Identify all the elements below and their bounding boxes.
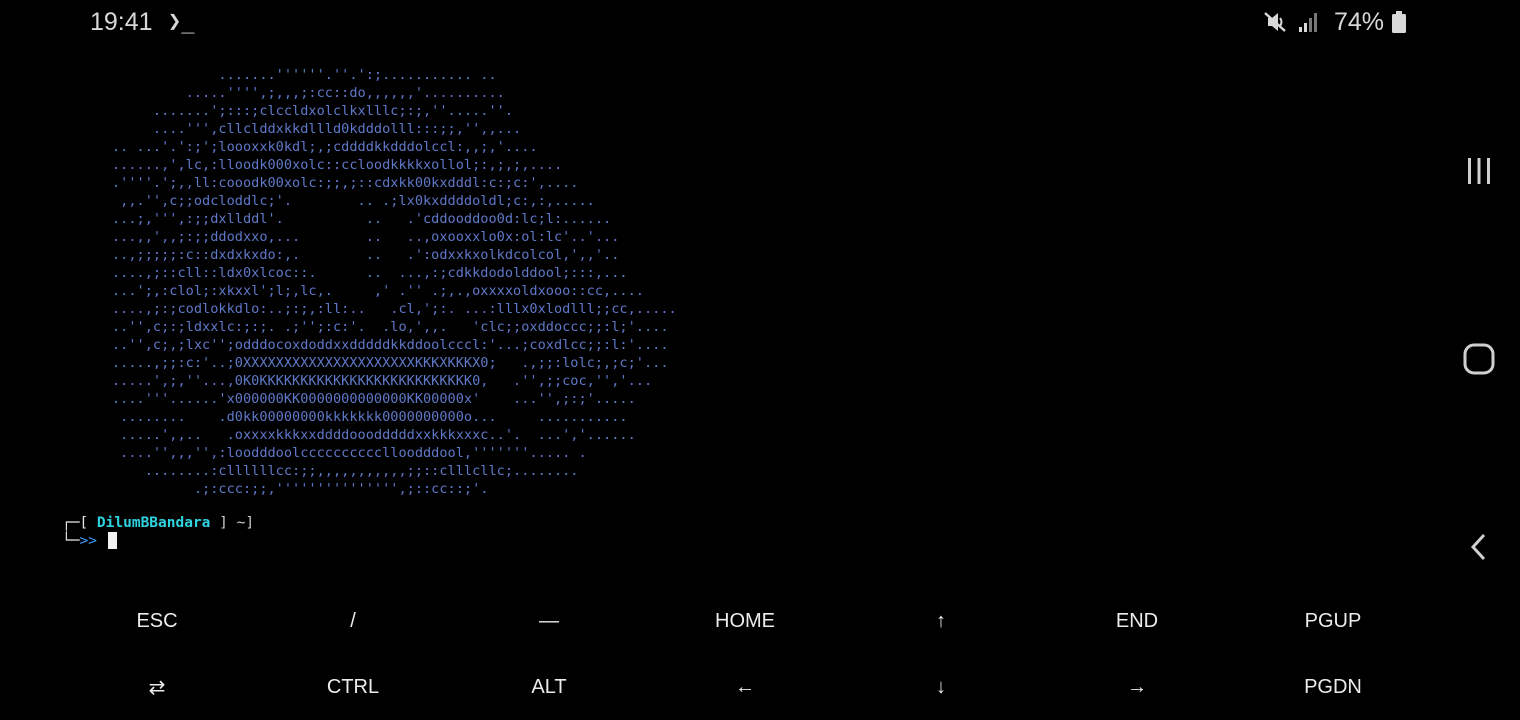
prompt-bracket-close: ] ~]	[210, 515, 255, 531]
home-icon	[1463, 343, 1495, 375]
status-time: 19:41	[90, 8, 153, 36]
status-bar: 19:41 ❯_ 74%	[0, 0, 1520, 44]
key-alt[interactable]: ALT	[451, 654, 647, 720]
key-slash[interactable]: /	[255, 588, 451, 654]
status-icons: 74%	[1262, 7, 1407, 36]
key-esc[interactable]: ESC	[59, 588, 255, 654]
key-pgdn[interactable]: PGDN	[1235, 654, 1431, 720]
home-button[interactable]	[1460, 340, 1498, 378]
back-button[interactable]	[1460, 528, 1498, 566]
key-end[interactable]: END	[1039, 588, 1235, 654]
prompt-username: DilumBBandara	[96, 515, 211, 531]
battery-percentage: 74%	[1334, 7, 1385, 36]
key-tab[interactable]: ⇄	[59, 654, 255, 720]
prompt-arrow-prefix: └─	[62, 533, 80, 549]
key-right[interactable]: →	[1039, 654, 1235, 720]
key-pgup[interactable]: PGUP	[1235, 588, 1431, 654]
prompt-arrow: >>	[79, 533, 97, 549]
battery-icon	[1392, 11, 1407, 33]
back-icon	[1470, 533, 1486, 561]
recent-apps-icon	[1468, 158, 1490, 184]
prompt-bracket-open: ┌─[	[62, 515, 97, 531]
shell-prompt[interactable]: ┌─[ DilumBBandara ] ~] └─>>	[62, 514, 254, 550]
terminal-notification-icon: ❯_	[168, 9, 195, 34]
key-left[interactable]: ←	[647, 654, 843, 720]
mute-vibrate-icon	[1264, 12, 1286, 32]
text-cursor	[107, 532, 117, 549]
key-home[interactable]: HOME	[647, 588, 843, 654]
extra-keys-bar: ESC / — HOME ↑ END PGUP ⇄ CTRL ALT ← ↓ →…	[59, 588, 1431, 720]
recent-apps-button[interactable]	[1460, 152, 1498, 190]
key-up[interactable]: ↑	[843, 588, 1039, 654]
navigation-bar	[1440, 0, 1520, 600]
key-dash[interactable]: —	[451, 588, 647, 654]
terminal-view[interactable]: .......''''''.''.':;........... .. .....…	[0, 60, 1420, 560]
signal-icon	[1299, 13, 1317, 32]
key-ctrl[interactable]: CTRL	[255, 654, 451, 720]
ascii-art-banner: .......''''''.''.':;........... .. .....…	[112, 67, 677, 497]
key-down[interactable]: ↓	[843, 654, 1039, 720]
